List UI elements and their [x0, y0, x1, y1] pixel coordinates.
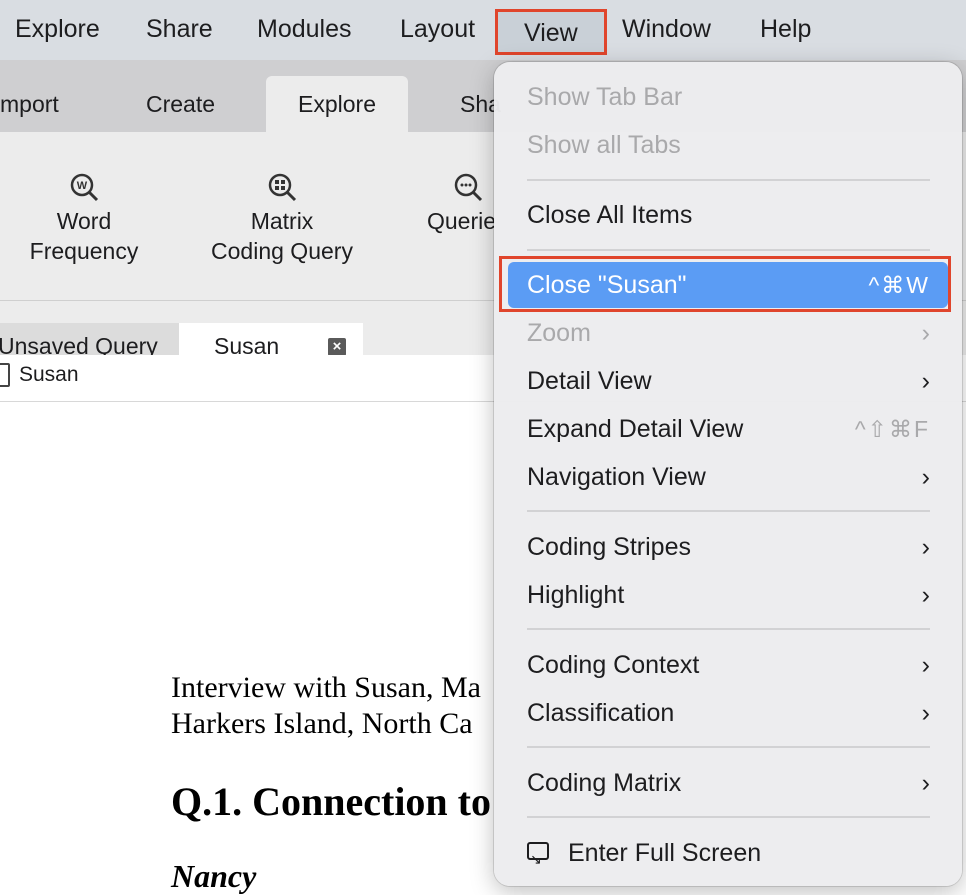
matrix-coding-query-button[interactable]: Matrix Coding Query	[203, 172, 361, 266]
word-frequency-label-1: Word	[56, 208, 112, 234]
menu-item-expand-detail-view[interactable]: Expand Detail View ^⇧⌘F	[508, 406, 948, 452]
matrix-label-2: Coding Query	[211, 238, 353, 264]
separator	[527, 249, 930, 251]
show-tab-bar-label: Show Tab Bar	[527, 83, 683, 111]
separator	[527, 628, 930, 630]
word-frequency-icon: W	[69, 172, 99, 202]
menu-view[interactable]: View	[495, 9, 607, 55]
menu-item-show-all-tabs[interactable]: Show all Tabs	[508, 122, 948, 168]
menu-explore[interactable]: Explore	[15, 12, 100, 46]
separator	[527, 510, 930, 512]
menu-share[interactable]: Share	[146, 12, 213, 46]
classification-label: Classification	[527, 699, 675, 727]
queries-icon	[453, 172, 483, 202]
separator	[527, 746, 930, 748]
menu-item-zoom[interactable]: Zoom ›	[508, 310, 948, 356]
tab-create[interactable]: Create	[146, 76, 215, 132]
document-icon	[0, 363, 10, 387]
coding-context-label: Coding Context	[527, 651, 700, 679]
close-all-items-label: Close All Items	[527, 201, 693, 229]
close-tab-icon[interactable]: ×	[328, 338, 346, 356]
zoom-label: Zoom	[527, 319, 591, 347]
chevron-right-icon: ›	[921, 651, 930, 679]
chevron-right-icon: ›	[921, 533, 930, 561]
chevron-right-icon: ›	[921, 463, 930, 491]
document-speaker: Nancy	[171, 858, 257, 894]
queries-label: Querie	[427, 208, 497, 234]
separator	[527, 179, 930, 181]
expand-detail-view-shortcut: ^⇧⌘F	[854, 416, 930, 442]
full-screen-icon	[527, 836, 549, 882]
menu-item-classification[interactable]: Classification ›	[508, 690, 948, 736]
chevron-right-icon: ›	[921, 319, 930, 347]
menu-item-navigation-view[interactable]: Navigation View ›	[508, 454, 948, 500]
view-menu-dropdown: Show Tab Bar Show all Tabs Close All Ite…	[494, 62, 962, 886]
separator	[527, 816, 930, 818]
menu-item-coding-matrix[interactable]: Coding Matrix ›	[508, 760, 948, 806]
highlight-label: Highlight	[527, 581, 625, 609]
detail-view-label: Detail View	[527, 367, 652, 395]
menu-item-coding-stripes[interactable]: Coding Stripes ›	[508, 524, 948, 570]
menu-item-close-all-items[interactable]: Close All Items	[508, 192, 948, 238]
menu-item-highlight[interactable]: Highlight ›	[508, 572, 948, 618]
matrix-query-icon	[267, 172, 297, 202]
menu-window[interactable]: Window	[622, 12, 711, 46]
menu-layout[interactable]: Layout	[400, 12, 475, 46]
matrix-label-1: Matrix	[250, 208, 314, 234]
coding-matrix-label: Coding Matrix	[527, 769, 682, 797]
chevron-right-icon: ›	[921, 699, 930, 727]
document-line-2: Harkers Island, North Ca	[171, 707, 473, 740]
menu-item-detail-view[interactable]: Detail View ›	[508, 358, 948, 404]
show-all-tabs-label: Show all Tabs	[527, 131, 681, 159]
chevron-right-icon: ›	[921, 581, 930, 609]
word-frequency-button[interactable]: W Word Frequency	[22, 172, 146, 266]
menu-item-coding-context[interactable]: Coding Context ›	[508, 642, 948, 688]
menu-modules[interactable]: Modules	[257, 12, 352, 46]
menu-item-show-tab-bar[interactable]: Show Tab Bar	[508, 74, 948, 120]
menu-item-enter-full-screen[interactable]: Enter Full Screen	[508, 830, 948, 882]
navigation-view-label: Navigation View	[527, 463, 706, 491]
menu-bar: Explore Share Modules Layout View Window…	[0, 0, 966, 60]
document-line-1: Interview with Susan, Ma	[171, 671, 481, 704]
word-frequency-label-2: Frequency	[29, 238, 139, 264]
document-heading: Q.1. Connection to	[171, 779, 491, 824]
expand-detail-view-label: Expand Detail View	[527, 415, 744, 443]
document-name: Susan	[19, 363, 79, 386]
tab-explore[interactable]: Explore	[266, 76, 408, 132]
menu-help[interactable]: Help	[760, 12, 811, 46]
enter-full-screen-label: Enter Full Screen	[568, 839, 762, 867]
annotation-highlight-box	[499, 256, 951, 312]
chevron-right-icon: ›	[921, 367, 930, 395]
chevron-right-icon: ›	[921, 769, 930, 797]
svg-text:W: W	[77, 180, 88, 192]
tab-import[interactable]: mport	[0, 76, 59, 132]
coding-stripes-label: Coding Stripes	[527, 533, 691, 561]
